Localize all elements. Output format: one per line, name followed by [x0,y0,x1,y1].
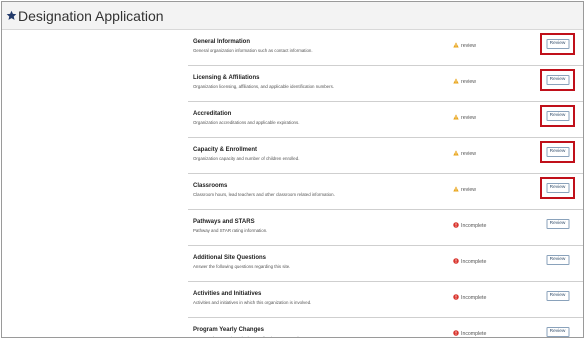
section-description: Organization licensing, affiliations, an… [193,84,334,89]
section-title: Classrooms [193,183,228,189]
review-button-container: Review [540,285,575,307]
review-button-container: Review [540,321,575,337]
section-row: Activities and Initiatives Activities and… [188,282,583,318]
review-button-container: Review [540,33,575,55]
review-button[interactable]: Review [546,147,569,157]
alert-circle-icon [453,222,461,229]
status-label: Incomplete [461,331,487,337]
section-list: General Information General organization … [188,30,583,337]
status-badge: Incomplete [453,222,486,229]
status-badge: Incomplete [453,330,486,337]
section-row: Program Yearly Changes Program changes si… [188,318,583,337]
alert-circle-icon [453,330,461,337]
star-icon [6,10,17,20]
warning-icon [453,78,461,85]
review-button[interactable]: Review [546,111,569,121]
application-panel: Designation Application General Informat… [1,1,584,338]
status-label: Incomplete [461,295,487,301]
section-description: Organization accreditations and applicab… [193,120,300,125]
section-description: Activities and initiatives in which this… [193,300,312,305]
alert-circle-icon [453,294,461,301]
status-label: review [461,151,476,157]
status-label: review [461,187,476,193]
review-button[interactable]: Review [546,219,569,229]
section-row: General Information General organization … [188,30,583,66]
alert-circle-icon [453,258,461,265]
review-button[interactable]: Review [546,183,569,193]
section-row: Pathways and STARS Pathway and STAR ratin… [188,210,583,246]
section-description: General organization information such as… [193,48,313,53]
section-description: Pathway and STAR rating information. [193,228,268,233]
status-badge: review [453,150,476,157]
status-badge: review [453,114,476,121]
status-badge: review [453,42,476,49]
warning-icon [453,186,461,193]
status-badge: Incomplete [453,294,486,301]
section-description: Answer the following questions regarding… [193,264,291,269]
section-title: Licensing & Affiliations [193,75,260,81]
page-header: Designation Application [2,2,583,30]
status-label: Incomplete [461,223,487,229]
warning-icon [453,150,461,157]
status-badge: review [453,78,476,85]
review-button-container: Review [540,213,575,235]
section-row: Additional Site Questions Answer the foll… [188,246,583,282]
review-button[interactable]: Review [546,291,569,301]
section-title: Capacity & Enrollment [193,147,258,153]
review-button-container: Review [540,177,575,199]
review-button[interactable]: Review [546,39,569,49]
section-row: Accreditation Organization accreditations… [188,102,583,138]
section-row: Classrooms Classroom hours, lead teachers… [188,174,583,210]
section-title: Pathways and STARS [193,219,255,225]
review-button[interactable]: Review [546,327,569,337]
section-description: Organization capacity and number of chil… [193,156,300,161]
status-label: review [461,79,476,85]
review-button-container: Review [540,105,575,127]
section-title: General Information [193,39,251,45]
review-button-container: Review [540,141,575,163]
warning-icon [453,42,461,49]
section-title: Accreditation [193,111,232,117]
status-label: review [461,115,476,121]
warning-icon [453,114,461,121]
section-row: Capacity & Enrollment Organization capaci… [188,138,583,174]
section-description: Classroom hours, lead teachers and other… [193,192,335,197]
section-row: Licensing & Affiliations Organization lic… [188,66,583,102]
review-button[interactable]: Review [546,75,569,85]
section-title: Program Yearly Changes [193,327,264,333]
review-button-container: Review [540,69,575,91]
status-badge: review [453,186,476,193]
section-title: Additional Site Questions [193,255,267,261]
status-label: review [461,43,476,49]
page-title: Designation Application [18,8,164,24]
section-title: Activities and Initiatives [193,291,262,297]
status-label: Incomplete [461,259,487,265]
review-button-container: Review [540,249,575,271]
review-button[interactable]: Review [546,255,569,265]
section-description: Program changes since the last applicati… [193,336,300,337]
status-badge: Incomplete [453,258,486,265]
